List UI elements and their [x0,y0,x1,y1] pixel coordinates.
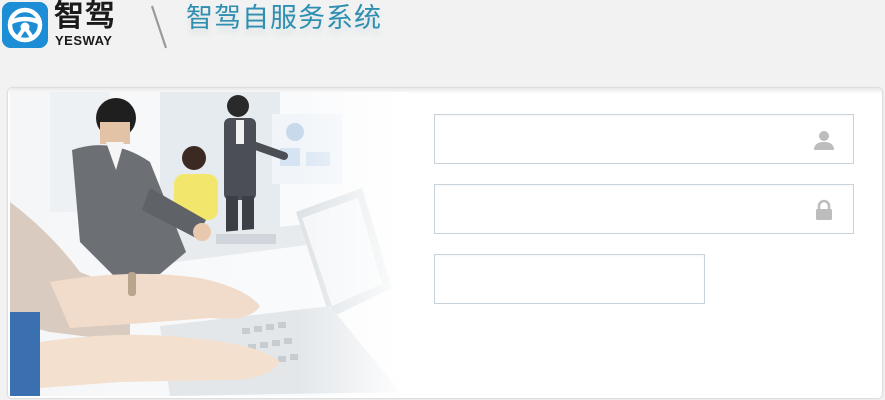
header: 智驾 YESWAY 智驾自服务系统 [0,0,885,60]
logo-text: 智驾 [54,0,116,34]
password-input[interactable] [435,185,853,233]
header-separator [150,5,168,49]
captcha-input[interactable] [435,255,704,303]
login-panel [8,88,882,398]
captcha-field[interactable] [434,254,705,304]
password-field[interactable] [434,184,854,234]
logo-steering-wheel-icon [2,2,48,48]
user-icon [814,131,834,150]
office-photo [10,92,410,396]
logo-subtext: YESWAY [55,33,113,48]
username-field[interactable] [434,114,854,164]
lock-icon [816,199,832,220]
system-title: 智驾自服务系统 [186,3,382,34]
username-input[interactable] [435,115,853,163]
